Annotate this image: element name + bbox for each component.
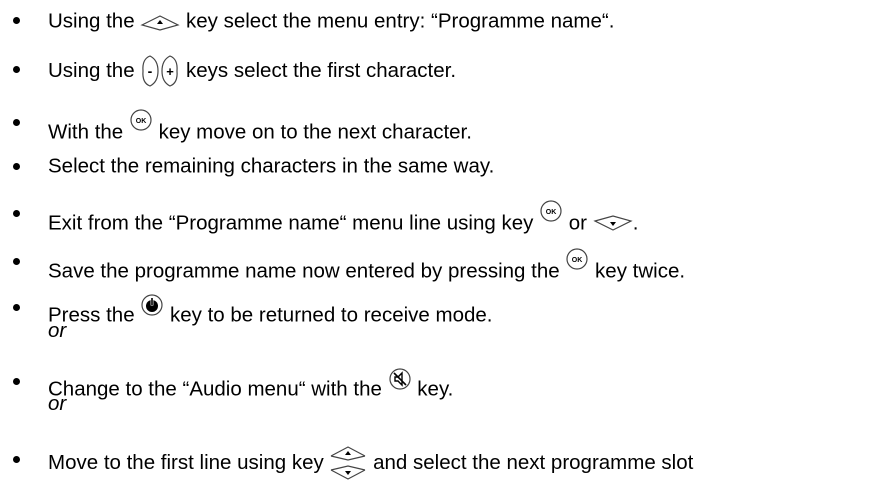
minus-plus-keys-icon: - + xyxy=(142,55,179,87)
item-text: Select the remaining characters in the s… xyxy=(48,154,495,178)
item-text: keys select the first character. xyxy=(180,59,457,82)
bullet xyxy=(13,378,20,385)
or-label: or xyxy=(48,392,67,415)
svg-text:OK: OK xyxy=(572,257,583,264)
svg-text:+: + xyxy=(167,64,175,79)
power-key-icon xyxy=(141,294,163,316)
ok-key-icon: OK xyxy=(566,248,588,270)
item-text: key move on to the next character. xyxy=(152,120,472,144)
item-text: Exit from the “Programme name“ menu line… xyxy=(48,211,540,235)
up-down-arrow-key-icon xyxy=(331,446,366,480)
item-text: key. xyxy=(411,377,454,401)
bullet xyxy=(13,210,20,217)
down-arrow-key-icon xyxy=(593,214,633,231)
item-text: Change to the “Audio menu“ with the xyxy=(48,377,388,401)
item-text: With the xyxy=(48,120,129,144)
item-text: or xyxy=(563,211,593,235)
item-text: Move to the first line using key xyxy=(48,451,330,474)
ok-key-icon: OK xyxy=(540,200,562,222)
item-text: Using the xyxy=(48,9,141,33)
item-text: Using the xyxy=(48,59,141,82)
item-text: key to be returned to receive mode. xyxy=(164,303,493,327)
item-text: and select the next programme slot xyxy=(367,451,694,474)
svg-text:OK: OK xyxy=(546,209,557,216)
mute-key-icon xyxy=(388,368,411,390)
ok-key-icon: OK xyxy=(130,109,152,131)
bullet xyxy=(13,304,20,311)
bullet xyxy=(13,258,20,265)
bullet xyxy=(13,119,20,126)
item-text: key select the menu entry: “Programme na… xyxy=(180,9,615,33)
bullet xyxy=(13,456,20,463)
bullet xyxy=(13,17,20,24)
or-label: or xyxy=(48,319,67,342)
item-text: Save the programme name now entered by p… xyxy=(48,259,566,283)
svg-text:-: - xyxy=(148,63,153,79)
item-text: . xyxy=(632,211,639,235)
bullet xyxy=(13,163,20,170)
svg-text:OK: OK xyxy=(136,118,147,125)
item-text: key twice. xyxy=(589,259,686,283)
bullet xyxy=(13,66,20,73)
up-arrow-key-icon xyxy=(140,14,180,31)
